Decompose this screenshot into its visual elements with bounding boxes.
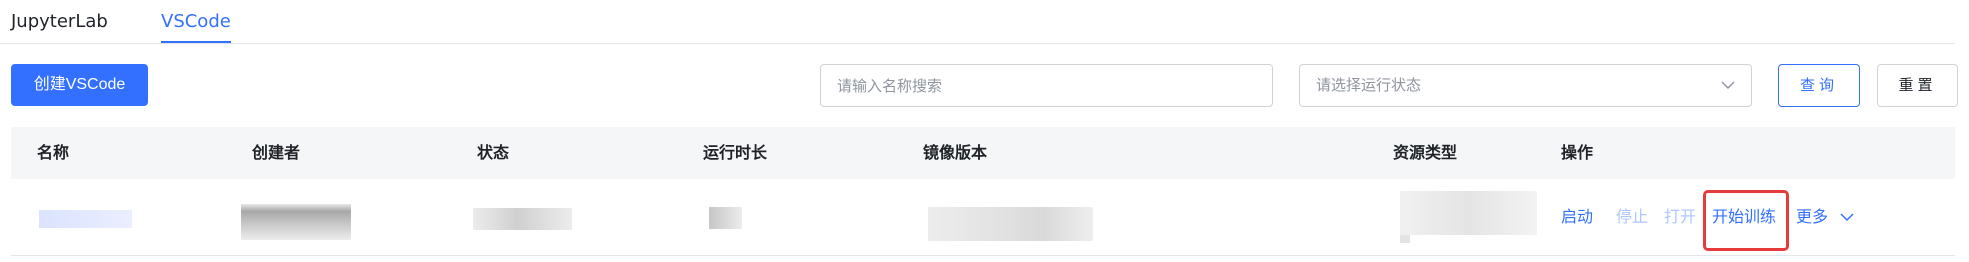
active-tab-indicator — [161, 41, 231, 43]
start-action[interactable]: 启动 — [1561, 207, 1593, 227]
open-action[interactable]: 打开 — [1664, 207, 1696, 227]
tab-bar: JupyterLab VSCode — [0, 0, 1955, 44]
tab-vscode[interactable]: VSCode — [161, 11, 231, 33]
stop-action[interactable]: 停止 — [1616, 207, 1648, 227]
column-header-actions: 操作 — [1561, 143, 1594, 162]
chevron-down-icon — [1721, 81, 1735, 90]
redacted-resource-type-fragment — [1400, 235, 1410, 243]
column-header-status: 状态 — [477, 143, 510, 162]
status-select[interactable]: 请选择运行状态 — [1299, 64, 1752, 107]
reset-button[interactable]: 重置 — [1877, 64, 1958, 107]
redacted-image-version-cell — [928, 207, 1093, 241]
redacted-creator-cell — [241, 204, 351, 240]
query-button[interactable]: 查询 — [1778, 64, 1860, 107]
start-training-action[interactable]: 开始训练 — [1712, 207, 1776, 227]
create-vscode-button[interactable]: 创建VSCode — [11, 64, 148, 106]
table-row: 启动 停止 打开 开始训练 更多 — [11, 179, 1955, 256]
tab-jupyterlab[interactable]: JupyterLab — [11, 11, 108, 33]
column-header-resource-type: 资源类型 — [1393, 143, 1458, 162]
table-header: 名称 创建者 状态 运行时长 镜像版本 资源类型 操作 — [11, 127, 1955, 179]
search-input[interactable] — [820, 64, 1273, 107]
redacted-resource-type-cell — [1400, 191, 1537, 235]
status-select-placeholder: 请选择运行状态 — [1316, 76, 1422, 94]
column-header-name: 名称 — [37, 143, 70, 162]
redacted-status-cell — [473, 208, 572, 230]
column-header-runtime: 运行时长 — [703, 143, 768, 162]
more-actions-dropdown[interactable]: 更多 — [1796, 207, 1828, 227]
instance-table: 名称 创建者 状态 运行时长 镜像版本 资源类型 操作 启动 停止 打开 开始训… — [11, 127, 1955, 256]
column-header-creator: 创建者 — [252, 143, 301, 162]
redacted-name-cell[interactable] — [39, 210, 132, 228]
redacted-runtime-cell — [709, 207, 742, 229]
column-header-image-version: 镜像版本 — [923, 143, 988, 162]
chevron-down-icon[interactable] — [1840, 212, 1854, 222]
